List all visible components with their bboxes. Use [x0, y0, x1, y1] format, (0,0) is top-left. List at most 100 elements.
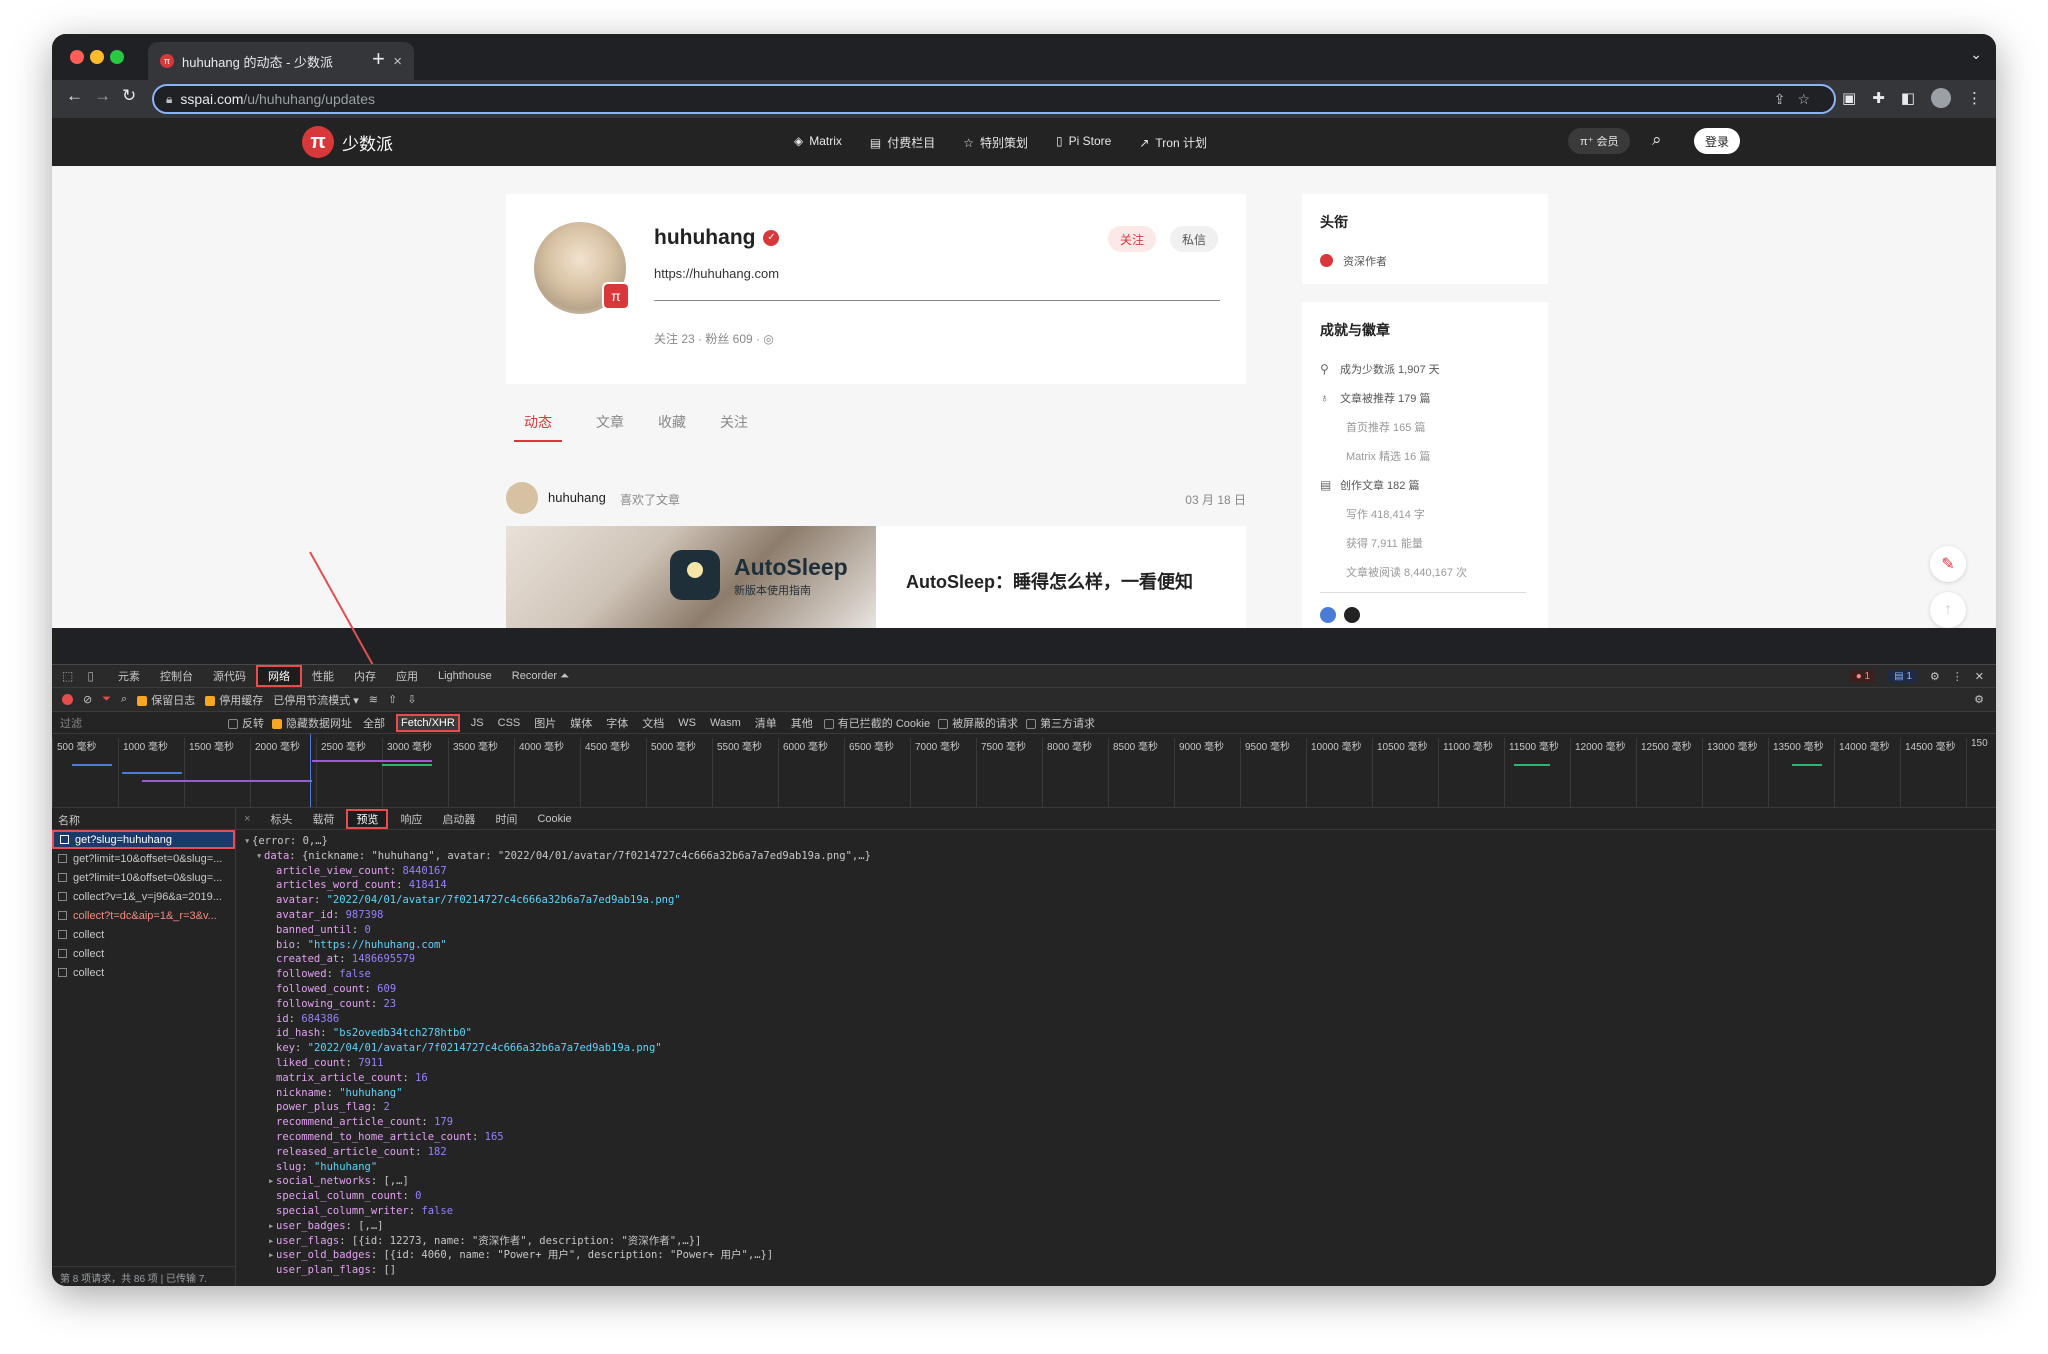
- close-devtools-icon[interactable]: ✕: [1975, 670, 1984, 683]
- timeline-tick: 4000 毫秒: [514, 738, 580, 807]
- json-colon: :: [294, 1042, 308, 1055]
- filter-all[interactable]: 全部: [360, 714, 388, 732]
- json-key: banned_until: [276, 923, 352, 936]
- timeline-tick: 11500 毫秒: [1504, 738, 1570, 807]
- clear-icon[interactable]: ⊘: [83, 693, 92, 706]
- filter-other[interactable]: 其他: [788, 714, 816, 732]
- timeline-bar: [142, 780, 312, 782]
- request-row[interactable]: collect?v=1&_v=j96&a=2019...: [52, 887, 235, 906]
- json-key: user_flags: [276, 1234, 340, 1247]
- json-value: 2: [383, 1101, 390, 1114]
- tab-console[interactable]: 控制台: [150, 665, 203, 687]
- tab-response[interactable]: 响应: [392, 809, 430, 829]
- tab-preview[interactable]: 预览: [346, 808, 389, 829]
- name-column-header[interactable]: 名称: [52, 808, 235, 830]
- filter-media[interactable]: 媒体: [567, 714, 595, 732]
- checkbox-label: 有已拦截的 Cookie: [837, 717, 931, 730]
- tab-timing[interactable]: 时间: [487, 809, 525, 829]
- json-line: article_view_count: 8440167: [244, 864, 1988, 879]
- request-row[interactable]: collect?t=dc&aip=1&_r=3&v...: [52, 906, 235, 925]
- filter-doc[interactable]: 文档: [639, 714, 667, 732]
- filter-ws[interactable]: WS: [675, 716, 699, 730]
- filter-fetch-xhr[interactable]: Fetch/XHR: [396, 713, 460, 732]
- request-type-icon: [58, 968, 67, 977]
- json-line[interactable]: ▸ user_flags: [{id: 12273, name: "资深作者", …: [244, 1234, 1988, 1249]
- request-name: get?limit=10&offset=0&slug=...: [73, 871, 223, 884]
- json-line[interactable]: ▸ user_badges: [,…]: [244, 1219, 1988, 1234]
- device-toggle-icon[interactable]: ▯: [87, 669, 94, 683]
- filter-funnel-icon[interactable]: ⏷: [102, 693, 111, 706]
- export-icon[interactable]: ⇩: [407, 693, 416, 706]
- filter-js[interactable]: JS: [468, 716, 487, 730]
- tab-initiator[interactable]: 启动器: [434, 809, 483, 829]
- json-value: 0: [415, 1190, 422, 1203]
- tab-application[interactable]: 应用: [386, 665, 428, 687]
- tab-recorder[interactable]: Recorder ⏶: [502, 665, 579, 687]
- filter-manifest[interactable]: 清单: [752, 714, 780, 732]
- request-name: collect?t=dc&aip=1&_r=3&v...: [73, 909, 217, 922]
- disable-cache-checkbox[interactable]: 停用缓存: [205, 692, 263, 708]
- network-timeline[interactable]: 500 毫秒 1000 毫秒 1500 毫秒 2000 毫秒 2500 毫秒 3000 毫…: [52, 734, 1996, 808]
- filter-wasm[interactable]: Wasm: [707, 716, 744, 730]
- inspect-icon[interactable]: ⬚: [62, 669, 73, 683]
- checkbox: [823, 718, 834, 729]
- request-row[interactable]: collect: [52, 925, 235, 944]
- json-line[interactable]: ▸ user_old_badges: [{id: 4060, name: "Pow…: [244, 1248, 1988, 1263]
- json-preview[interactable]: ▾ {error: 0,…} ▾ data: {nickname: "huhuhang…: [236, 830, 1996, 1282]
- tab-cookies[interactable]: Cookie: [529, 809, 579, 829]
- request-row[interactable]: get?slug=huhuhang: [52, 830, 235, 849]
- tab-headers[interactable]: 标头: [262, 809, 300, 829]
- throttle-select[interactable]: 已停用节流模式 ▾: [273, 692, 359, 708]
- filter-css[interactable]: CSS: [495, 716, 524, 730]
- tab-payload[interactable]: 载荷: [304, 809, 342, 829]
- json-line[interactable]: ▾ {error: 0,…}: [244, 834, 1988, 849]
- hide-data-urls-checkbox[interactable]: 隐藏数据网址: [272, 715, 352, 731]
- third-party-checkbox[interactable]: 第三方请求: [1026, 715, 1095, 731]
- request-row[interactable]: collect: [52, 944, 235, 963]
- filter-input[interactable]: 过滤: [60, 715, 220, 731]
- timeline-tick: 3000 毫秒: [382, 738, 448, 807]
- json-value: 182: [427, 1145, 447, 1158]
- invert-checkbox[interactable]: 反转: [228, 715, 264, 731]
- record-icon[interactable]: [62, 694, 73, 705]
- filter-img[interactable]: 图片: [531, 714, 559, 732]
- detail-tabs: × 标头 载荷 预览 响应 启动器 时间 Cookie: [236, 808, 1996, 830]
- request-row[interactable]: collect: [52, 963, 235, 982]
- tab-elements[interactable]: 元素: [108, 665, 150, 687]
- wifi-icon[interactable]: ≋: [369, 693, 378, 706]
- timeline-tick: 3500 毫秒: [448, 738, 514, 807]
- checkbox-label: 被屏蔽的请求: [952, 717, 1019, 730]
- json-key: avatar_id: [276, 908, 333, 921]
- json-line[interactable]: ▸ social_networks: [,…]: [244, 1174, 1988, 1189]
- preserve-log-checkbox[interactable]: 保留日志: [137, 692, 195, 708]
- settings-gear-icon[interactable]: ⚙: [1930, 670, 1940, 683]
- close-detail-icon[interactable]: ×: [244, 813, 250, 825]
- error-count-badge[interactable]: ● 1: [1849, 669, 1877, 683]
- tab-memory[interactable]: 内存: [344, 665, 386, 687]
- request-row[interactable]: get?limit=10&offset=0&slug=...: [52, 849, 235, 868]
- message-count-badge[interactable]: ▤ 1: [1888, 669, 1918, 683]
- filter-font[interactable]: 字体: [603, 714, 631, 732]
- tab-network[interactable]: 网络: [255, 665, 302, 687]
- request-row[interactable]: get?limit=10&offset=0&slug=...: [52, 868, 235, 887]
- tab-sources[interactable]: 源代码: [203, 665, 256, 687]
- search-icon[interactable]: ⌕: [121, 693, 127, 706]
- request-name: get?limit=10&offset=0&slug=...: [73, 852, 223, 865]
- json-colon: :: [471, 1130, 485, 1143]
- blocked-cookies-checkbox[interactable]: 有已拦截的 Cookie: [823, 715, 931, 731]
- timeline-tick: 8500 毫秒: [1108, 738, 1174, 807]
- import-icon[interactable]: ⇧: [388, 693, 397, 706]
- json-line: avatar: "2022/04/01/avatar/7f0214727c4c6…: [244, 893, 1988, 908]
- more-icon[interactable]: ⋮: [1952, 670, 1963, 683]
- json-line[interactable]: ▾ data: {nickname: "huhuhang", avatar: "2…: [244, 849, 1988, 864]
- json-colon: :: [370, 1264, 384, 1277]
- network-settings-gear-icon[interactable]: ⚙: [1974, 693, 1996, 706]
- json-colon: :: [408, 1204, 422, 1217]
- request-type-icon: [58, 892, 67, 901]
- request-name: get?slug=huhuhang: [75, 833, 172, 846]
- tab-lighthouse[interactable]: Lighthouse: [428, 665, 502, 687]
- request-list: 名称 get?slug=huhuhang get?limit=10&offset=…: [52, 808, 236, 1286]
- tab-performance[interactable]: 性能: [302, 665, 344, 687]
- blocked-requests-checkbox[interactable]: 被屏蔽的请求: [938, 715, 1018, 731]
- json-value: "2022/04/01/avatar/7f0214727c4c666a32b6a…: [307, 1042, 662, 1055]
